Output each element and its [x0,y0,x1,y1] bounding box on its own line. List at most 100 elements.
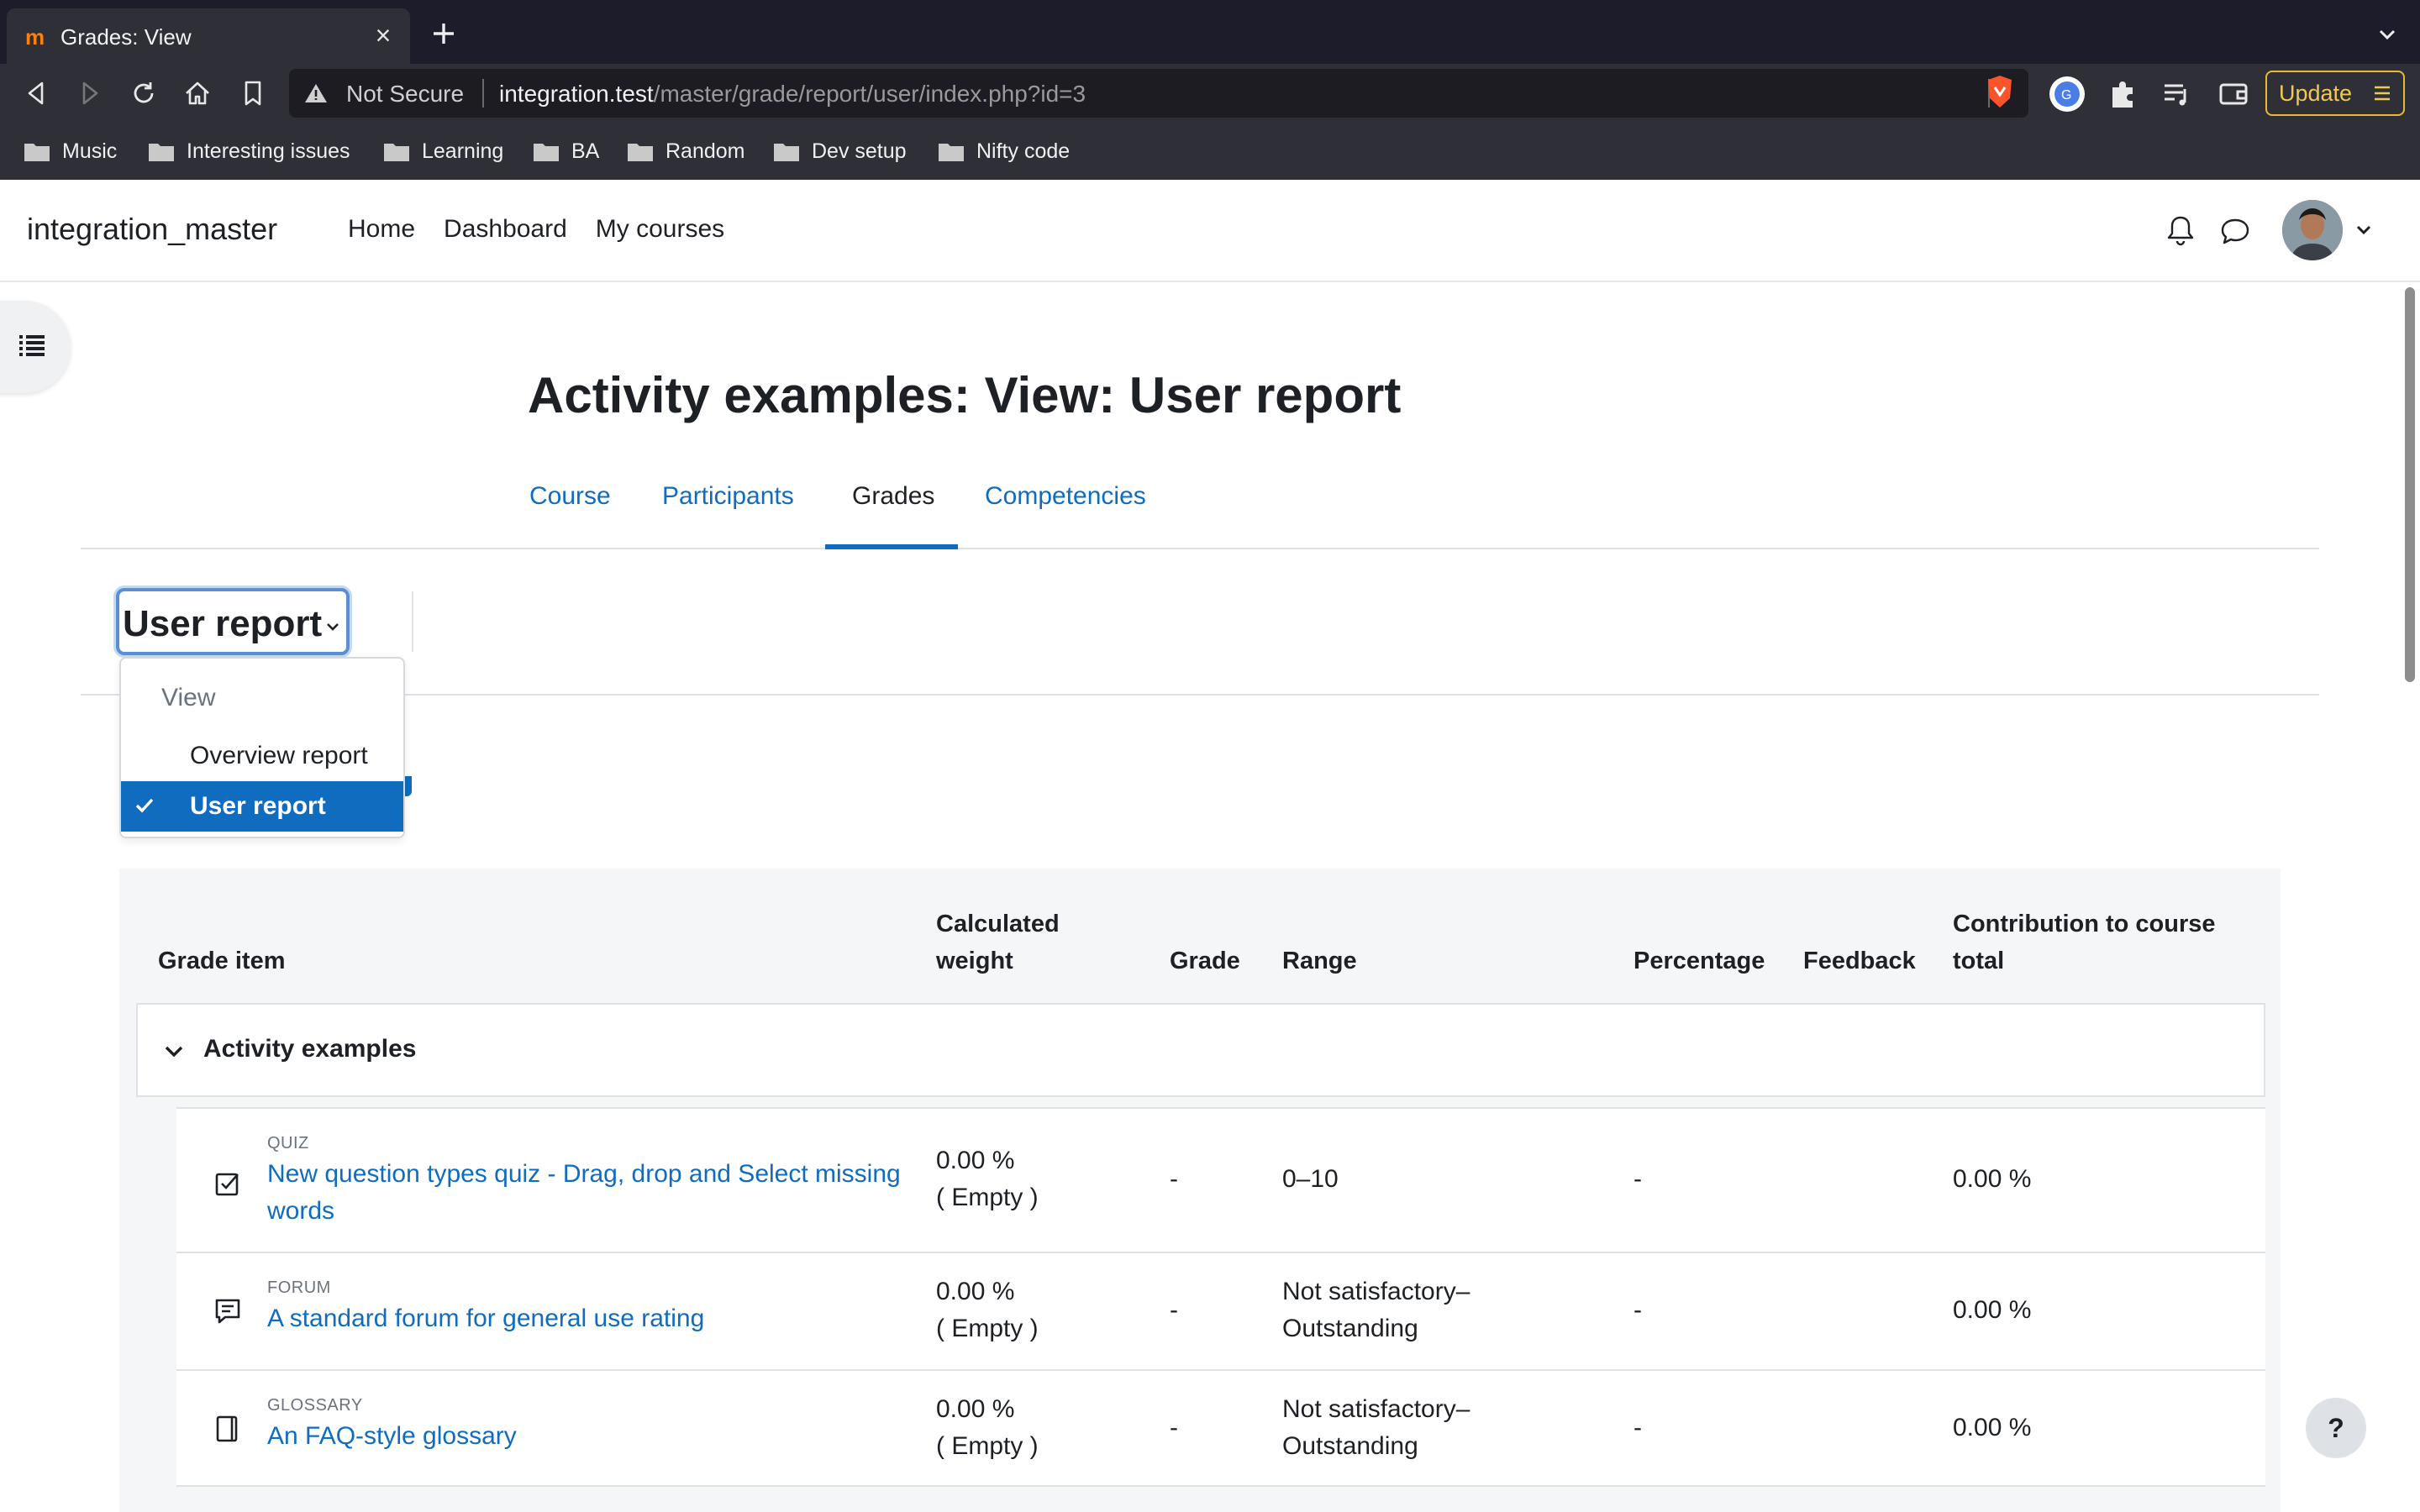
grade-item-link-line2[interactable]: words [267,1193,923,1230]
folder-icon [939,144,964,161]
primary-navigation: Home Dashboard My courses [348,215,724,244]
item-type-label: GLOSSARY [267,1396,363,1415]
header-calculated-weight-line2: weight [936,948,1013,974]
header-contribution-line2: total [1953,948,2005,974]
not-secure-label: Not Secure [346,81,465,107]
tertiary-nav-bottom-border [81,694,2319,696]
scrollbar-thumb[interactable] [2405,287,2415,682]
active-tab-indicator [825,544,958,549]
report-selector-label: User report [123,603,323,644]
url-host: integration.test [499,81,654,107]
site-navbar: integration_master Home Dashboard My cou… [0,180,2420,282]
chevron-down-icon [327,623,339,631]
folder-icon [384,144,409,161]
quiz-icon [215,1173,239,1196]
help-button[interactable]: ? [2306,1398,2366,1458]
browser-tab[interactable]: m Grades: View × [7,8,410,64]
page-scrollbar[interactable] [2400,282,2420,1512]
dropdown-item-user-report[interactable]: User report [121,781,403,832]
report-selector-button[interactable]: User report [116,588,350,655]
user-grade-report-table: Grade item Calculated weight Grade Range… [119,869,2281,1512]
calculated-weight: 0.00 % [936,1278,1015,1305]
site-name-link[interactable]: integration_master [27,212,277,247]
tab-close-icon[interactable]: × [368,20,398,50]
percentage-value: - [1634,1296,1642,1324]
dropdown-header: View [161,684,216,711]
dropdown-item-overview-report[interactable]: Overview report [121,731,403,781]
tab-list-chevron-icon[interactable] [2375,22,2400,47]
header-grade-item: Grade item [158,948,286,974]
playlist-icon[interactable] [2158,76,2195,113]
home-icon[interactable] [182,77,213,109]
folder-icon [149,144,174,161]
bookmark-folder[interactable]: Interesting issues [148,136,350,166]
bookmark-folder[interactable]: Random [627,136,745,166]
bookmark-folder[interactable]: Learning [383,136,503,166]
tab-course[interactable]: Course [529,482,611,511]
notification-bell-icon[interactable] [2165,213,2196,247]
calculated-weight: 0.00 % [936,1147,1015,1174]
range-value-line2: Outstanding [1282,1432,1418,1460]
header-calculated-weight-line1: Calculated [936,911,1060,937]
address-bar[interactable]: Not Secure integration.test/master/grade… [289,69,2028,118]
grade-item-link[interactable]: A standard forum for general use rating [267,1300,923,1337]
category-row[interactable]: Activity examples [136,1003,2265,1097]
range-value: 0–10 [1282,1165,1339,1193]
tab-competencies[interactable]: Competencies [985,482,1146,511]
course-index-toggle[interactable] [0,301,71,393]
tab-participants[interactable]: Participants [662,482,794,511]
reload-icon[interactable] [128,77,160,109]
table-row: FORUM A standard forum for general use r… [176,1252,2265,1369]
grade-item-link[interactable]: An FAQ-style glossary [267,1418,923,1455]
forum-icon [215,1299,240,1324]
category-name: Activity examples [203,1035,417,1063]
calculated-weight: 0.00 % [936,1395,1015,1423]
svg-text:G: G [2061,88,2071,102]
grade-item-link[interactable]: New question types quiz - Drag, drop and… [267,1156,923,1193]
bookmark-folder[interactable]: Dev setup [773,136,907,166]
forward-icon[interactable] [74,77,106,109]
header-contribution-line1: Contribution to course [1953,911,2216,937]
url-path: /master/grade/report/user/index.php?id=3 [653,81,1086,107]
bookmark-folder[interactable]: Nifty code [938,136,1070,166]
moodle-favicon-icon: m [25,24,45,50]
browser-tabstrip: m Grades: View × [0,0,2420,64]
tab-grades[interactable]: Grades [852,482,934,511]
table-row: GLOSSARY An FAQ-style glossary 0.00 % ( … [176,1369,2265,1487]
secondary-navigation: Course Participants Grades Competencies [81,470,2319,549]
folder-icon [774,144,799,161]
extensions-puzzle-icon[interactable] [2104,76,2141,113]
bookmark-folder[interactable]: BA [533,136,599,166]
table-row: QUIZ New question types quiz - Drag, dro… [176,1107,2265,1252]
glossary-icon [216,1415,238,1442]
translate-extension-icon[interactable]: G [2049,76,2086,113]
list-icon [19,335,45,356]
user-menu-chevron-icon[interactable] [2354,223,2373,237]
new-tab-icon[interactable] [429,18,459,49]
url-separator [482,79,484,108]
browser-toolbar: Not Secure integration.test/master/grade… [0,64,2420,123]
folder-icon [628,144,653,161]
item-type-label: QUIZ [267,1134,309,1152]
back-icon[interactable] [20,77,52,109]
folder-icon [24,144,50,161]
bookmarks-bar: Music Interesting issues Learning BA Ran… [0,123,2420,180]
bookmark-folder[interactable]: Music [24,136,117,166]
nav-my-courses-link[interactable]: My courses [596,215,724,244]
contribution-value: 0.00 % [1953,1296,2032,1324]
page-title: Activity examples: View: User report [528,367,1402,423]
wallet-icon[interactable] [2215,76,2252,113]
messages-icon[interactable] [2218,215,2252,247]
menu-icon [2375,86,2390,101]
percentage-value: - [1634,1414,1642,1441]
nav-dashboard-link[interactable]: Dashboard [444,215,567,244]
nav-home-link[interactable]: Home [348,215,415,244]
warning-icon [305,84,327,102]
update-button[interactable]: Update [2265,71,2405,116]
avatar-portrait-icon [2282,200,2343,260]
brave-shield-icon[interactable] [1985,74,2015,109]
user-avatar[interactable] [2282,200,2343,260]
percentage-value: - [1634,1165,1642,1193]
bookmark-icon[interactable] [237,77,269,109]
collapse-chevron-icon[interactable] [163,1043,185,1060]
